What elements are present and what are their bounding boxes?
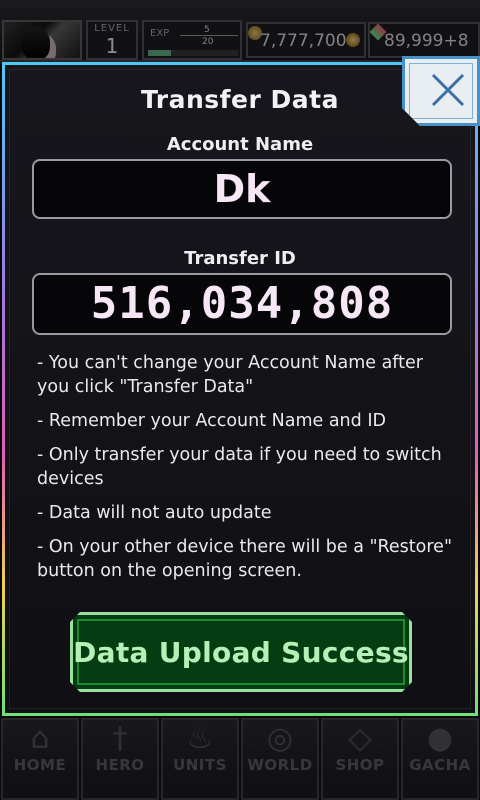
note-item: - Data will not auto update [37,503,272,523]
account-name-label: Account Name [166,134,314,155]
close-icon [423,63,473,113]
notes-list: - You can't change your Account Name aft… [37,351,457,593]
transfer-dialog: Transfer Data Account Name Dk Transfer I… [2,62,478,716]
close-button[interactable] [402,56,480,126]
note-item: - On your other device there will be a "… [37,537,452,581]
transfer-id-label: Transfer ID [184,248,296,269]
transfer-id-value: 516,034,808 [90,278,394,329]
account-name-value: Dk [213,167,271,211]
dialog-body: Transfer Data Account Name Dk Transfer I… [5,65,475,713]
account-name-field: Dk [32,159,452,219]
success-button-label: Data Upload Success [73,635,409,669]
data-upload-success-button[interactable]: Data Upload Success [70,612,412,692]
note-item: - Only transfer your data if you need to… [37,445,442,489]
note-item: - Remember your Account Name and ID [37,411,386,431]
note-item: - You can't change your Account Name aft… [37,353,423,397]
transfer-id-field: 516,034,808 [32,273,452,335]
